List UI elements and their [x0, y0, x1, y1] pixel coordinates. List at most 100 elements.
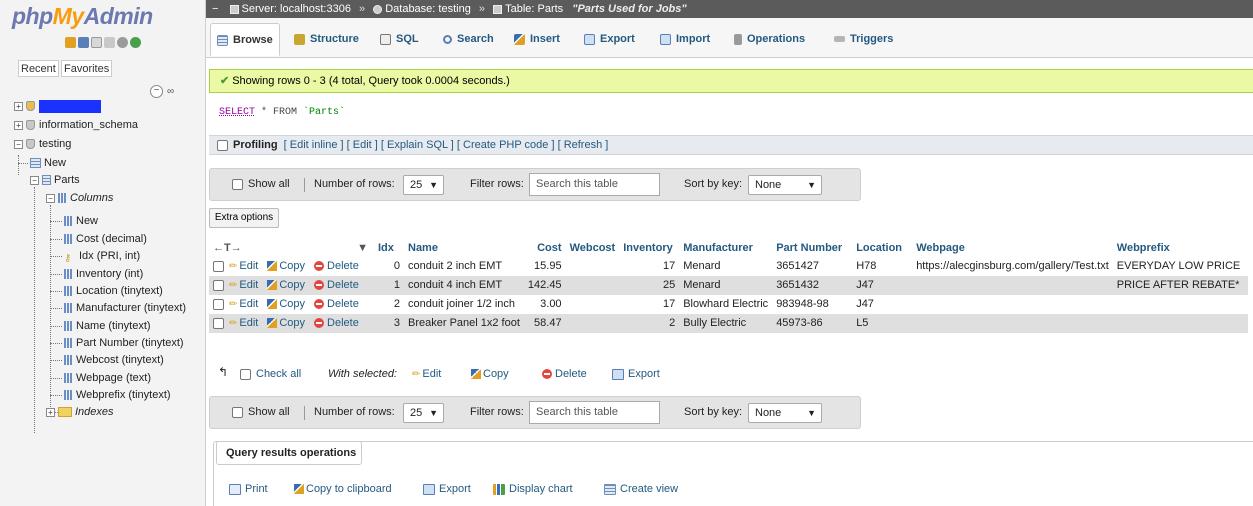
tab-triggers[interactable]: Triggers [828, 23, 899, 56]
rows-per-page-select[interactable]: 25 ▼ [403, 175, 444, 195]
show-all-toggle[interactable]: Show all [232, 397, 290, 428]
row-edit-button[interactable]: ✏ Edit [229, 260, 258, 272]
cell-location[interactable]: H78 [852, 257, 913, 276]
tree-column[interactable]: Webcost (tinytext) [64, 352, 164, 368]
cell-manufacturer[interactable]: Menard [679, 276, 773, 295]
cell-webcost[interactable] [565, 257, 620, 276]
sort-by-key-select[interactable]: None ▼ [748, 403, 822, 423]
cell-inventory[interactable]: 17 [619, 295, 680, 314]
cell-inventory[interactable]: 25 [619, 276, 680, 295]
expand-icon[interactable]: + [46, 407, 55, 417]
print-button[interactable]: Print [229, 483, 268, 495]
bulk-export-button[interactable]: Export [612, 366, 660, 382]
cell-name[interactable]: conduit joiner 1/2 inch [404, 295, 524, 314]
cell-part-number[interactable]: 983948-98 [772, 295, 853, 314]
link-with-main-panel-icon[interactable]: ∞ [167, 86, 174, 97]
recent-tab[interactable]: Recent [18, 60, 59, 77]
breadcrumb-database[interactable]: Database: testing [385, 3, 471, 15]
tree-column-new[interactable]: New [64, 213, 98, 229]
row-copy-button[interactable]: Copy [267, 298, 305, 310]
tree-new-table[interactable]: New [30, 155, 66, 171]
col-header-location[interactable]: Location [852, 239, 912, 257]
row-edit-button[interactable]: ✏ Edit [229, 298, 258, 310]
logout-icon[interactable] [78, 37, 89, 48]
row-delete-button[interactable]: Delete [314, 298, 359, 310]
cell-webcost[interactable] [565, 314, 620, 333]
show-all-toggle[interactable]: Show all [232, 169, 290, 200]
tab-search[interactable]: Search [437, 23, 500, 56]
tab-structure[interactable]: Structure [288, 23, 365, 56]
phpmyadmin-logo[interactable]: phpMyAdmin [12, 3, 153, 30]
check-all-toggle[interactable]: Check all [240, 366, 301, 382]
cell-webprefix[interactable]: EVERYDAY LOW PRICE [1112, 257, 1248, 276]
cell-cost[interactable]: 142.45 [523, 276, 566, 295]
cell-location[interactable]: J47 [852, 295, 913, 314]
cell-manufacturer[interactable]: Menard [679, 257, 773, 276]
tree-column[interactable]: Webpage (text) [64, 370, 151, 386]
filter-rows-input[interactable]: Search this table [529, 401, 660, 424]
tree-column[interactable]: Cost (decimal) [64, 231, 147, 247]
tree-db-testing[interactable]: − testing [14, 136, 71, 152]
col-header-webprefix[interactable]: Webprefix [1113, 239, 1248, 257]
row-checkbox[interactable] [213, 298, 224, 310]
column-width-arrows[interactable]: ←T→ [213, 242, 242, 254]
bulk-edit-button[interactable]: ✏ Edit [412, 366, 441, 382]
cell-cost[interactable]: 15.95 [523, 257, 566, 276]
breadcrumb-toggle[interactable]: − [212, 3, 218, 15]
tab-operations[interactable]: Operations [728, 23, 811, 56]
tab-import[interactable]: Import [654, 23, 716, 56]
query-icon[interactable] [104, 37, 115, 48]
tree-columns-group[interactable]: − Columns [46, 190, 113, 206]
bulk-copy-button[interactable]: Copy [471, 366, 509, 382]
sort-menu-arrow[interactable]: ▼ [357, 239, 368, 257]
tree-column[interactable]: Manufacturer (tinytext) [64, 300, 186, 316]
cell-part-number[interactable]: 3651432 [772, 276, 853, 295]
rows-per-page-select[interactable]: 25 ▼ [403, 403, 444, 423]
col-header-part-number[interactable]: Part Number [772, 239, 852, 257]
tree-indexes-group[interactable]: + Indexes [46, 404, 114, 420]
cell-name[interactable]: conduit 2 inch EMT [404, 257, 524, 276]
cell-webprefix[interactable] [1112, 314, 1248, 333]
display-chart-button[interactable]: Display chart [493, 483, 573, 495]
cell-idx[interactable]: 0 [374, 257, 404, 276]
profiling-checkbox[interactable] [217, 139, 228, 151]
bulk-delete-button[interactable]: Delete [542, 366, 587, 382]
cell-manufacturer[interactable]: Blowhard Electric [679, 295, 773, 314]
sql-keyword[interactable]: SELECT [219, 107, 255, 118]
cell-webprefix[interactable] [1112, 295, 1248, 314]
cell-manufacturer[interactable]: Bully Electric [679, 314, 773, 333]
tab-browse[interactable]: Browse [210, 23, 280, 56]
home-icon[interactable] [65, 37, 76, 48]
breadcrumb-table[interactable]: Table: Parts [505, 3, 563, 15]
tree-column[interactable]: Location (tinytext) [64, 283, 163, 299]
collapse-icon[interactable]: − [14, 139, 23, 149]
tree-column[interactable]: Inventory (int) [64, 266, 143, 282]
cell-idx[interactable]: 2 [374, 295, 404, 314]
create-view-button[interactable]: Create view [604, 483, 678, 495]
col-header-webcost[interactable]: Webcost [566, 239, 620, 257]
tree-redacted-db[interactable]: + [14, 98, 101, 114]
tab-sql[interactable]: SQL [374, 23, 425, 56]
tree-column[interactable]: Name (tinytext) [64, 318, 151, 334]
tab-insert[interactable]: Insert [508, 23, 566, 56]
expand-icon[interactable]: + [14, 101, 23, 111]
row-delete-button[interactable]: Delete [314, 317, 359, 329]
settings-icon[interactable] [117, 37, 128, 48]
cell-name[interactable]: conduit 4 inch EMT [404, 276, 524, 295]
col-header-idx[interactable]: Idx [374, 239, 404, 257]
cell-inventory[interactable]: 2 [619, 314, 680, 333]
row-checkbox[interactable] [213, 317, 224, 329]
reload-icon[interactable] [130, 37, 141, 48]
cell-webpage[interactable]: https://alecginsburg.com/gallery/Test.tx… [912, 257, 1113, 276]
cell-webcost[interactable] [565, 295, 620, 314]
row-checkbox[interactable] [213, 260, 224, 272]
row-edit-button[interactable]: ✏ Edit [229, 279, 258, 291]
collapse-all-button[interactable]: − [150, 85, 163, 98]
tab-export[interactable]: Export [578, 23, 641, 56]
cell-webcost[interactable] [565, 276, 620, 295]
tree-column[interactable]: Part Number (tinytext) [64, 335, 184, 351]
row-copy-button[interactable]: Copy [267, 279, 305, 291]
cell-part-number[interactable]: 3651427 [772, 257, 853, 276]
expand-icon[interactable]: + [14, 120, 23, 130]
tree-column[interactable]: ⚷ Idx (PRI, int) [64, 248, 140, 264]
